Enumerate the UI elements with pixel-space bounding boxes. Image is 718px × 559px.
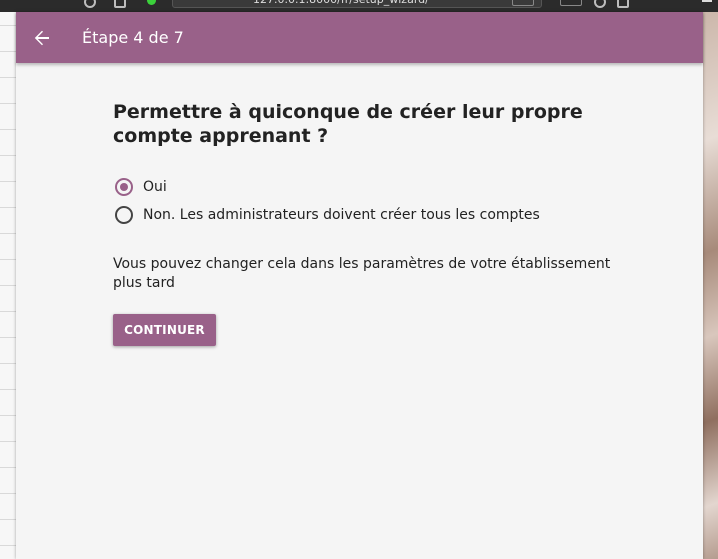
back-button[interactable] <box>30 26 54 50</box>
reader-icon[interactable] <box>512 0 534 6</box>
step-indicator: Étape 4 de 7 <box>82 28 184 47</box>
arrow-left-icon <box>34 30 49 46</box>
app-header: Étape 4 de 7 <box>16 12 703 63</box>
extension-icon[interactable] <box>147 0 156 5</box>
setup-wizard-panel: Étape 4 de 7 Permettre à quiconque de cr… <box>16 12 703 559</box>
option-yes-label: Oui <box>143 179 167 195</box>
option-no-label: Non. Les administrateurs doivent créer t… <box>143 207 540 223</box>
bookmark-icon[interactable] <box>617 0 629 8</box>
background-photo <box>703 0 718 559</box>
radio-selected-icon[interactable] <box>115 178 133 196</box>
reload-icon[interactable] <box>84 0 96 8</box>
background-spreadsheet <box>0 0 16 559</box>
option-yes[interactable]: Oui <box>115 178 167 196</box>
address-bar[interactable]: 127.0.0.1:8000/fr/setup_wizard/ <box>172 0 542 8</box>
radio-unselected-icon[interactable] <box>115 206 133 224</box>
option-no[interactable]: Non. Les administrateurs doivent créer t… <box>115 206 540 224</box>
question-heading: Permettre à quiconque de créer leur prop… <box>113 101 583 147</box>
sync-icon[interactable] <box>594 0 606 8</box>
home-icon[interactable] <box>114 0 126 8</box>
menu-icon[interactable] <box>702 0 712 2</box>
library-icon[interactable] <box>560 0 582 6</box>
continue-button[interactable]: CONTINUER <box>113 314 216 346</box>
browser-toolbar: 127.0.0.1:8000/fr/setup_wizard/ <box>0 0 718 12</box>
settings-note: Vous pouvez changer cela dans les paramè… <box>113 256 611 291</box>
